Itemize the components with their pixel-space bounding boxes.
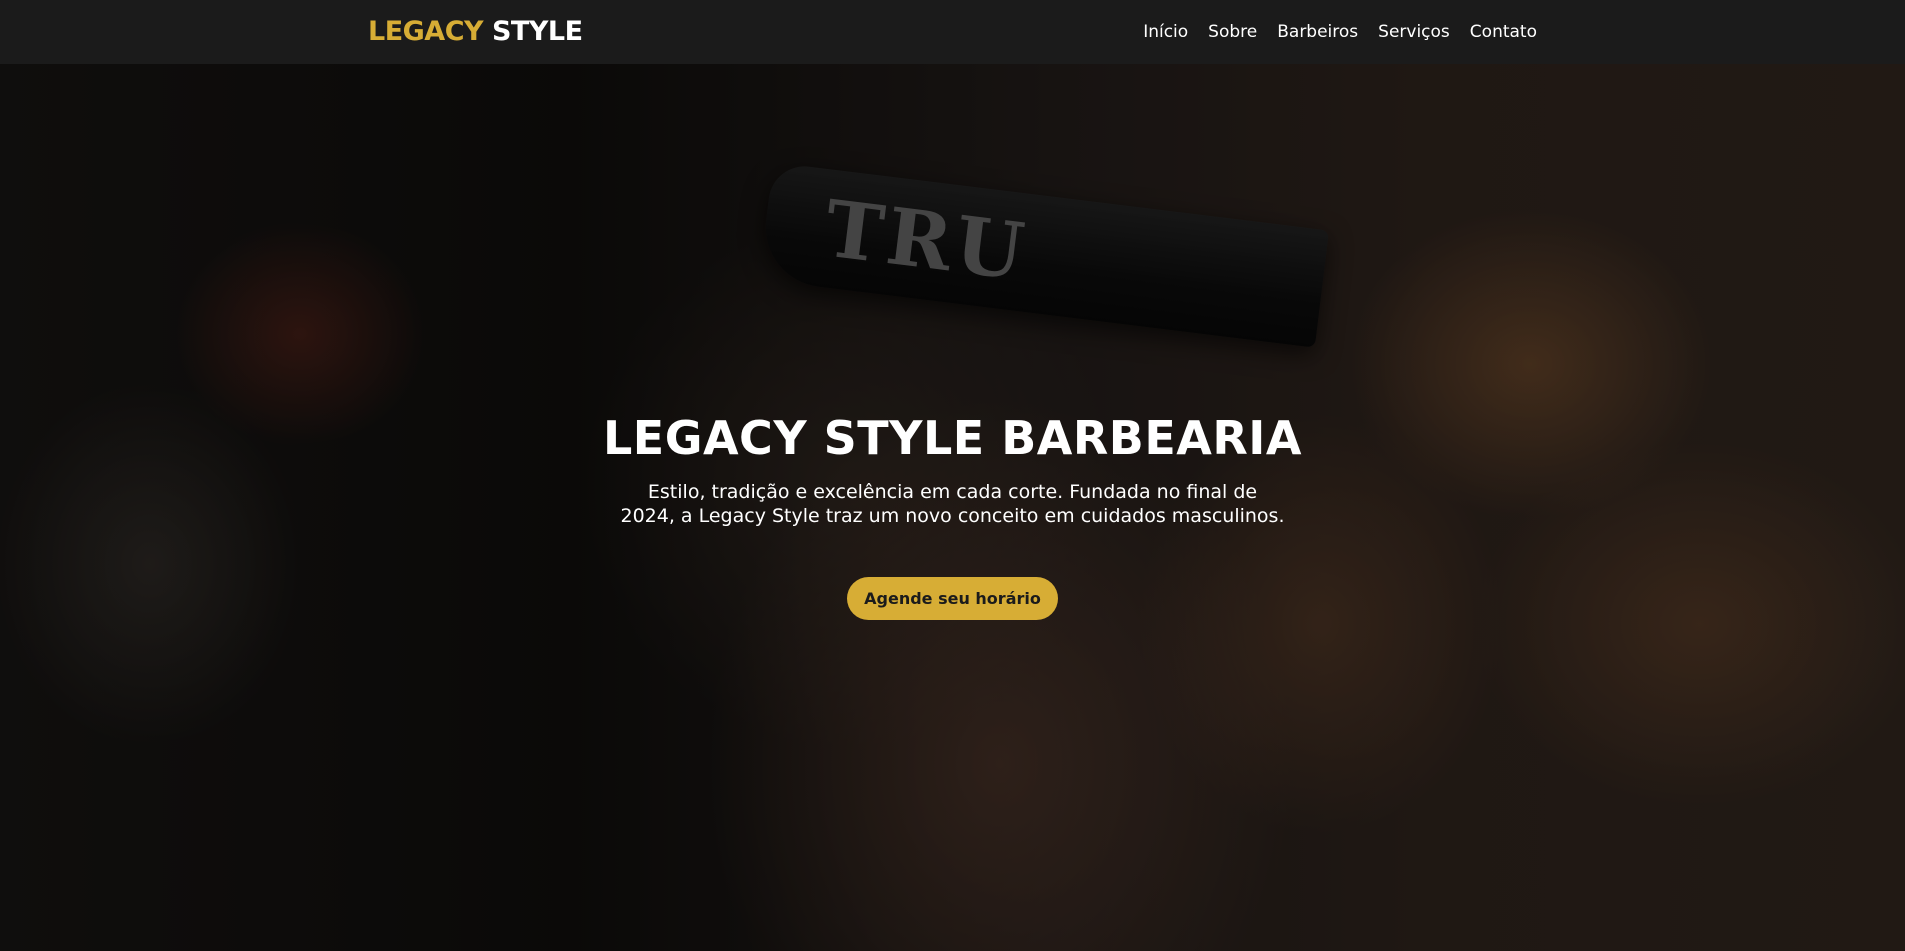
logo-part-gold: LEGACY [368, 16, 484, 47]
top-navbar: LEGACY STYLE Início Sobre Barbeiros Serv… [0, 0, 1905, 64]
book-appointment-button[interactable]: Agende seu horário [847, 577, 1058, 620]
hero-content: LEGACY STYLE BARBEARIA Estilo, tradição … [0, 64, 1905, 951]
nav-link-sobre[interactable]: Sobre [1208, 20, 1257, 44]
hero-section: TRU LEGACY STYLE BARBEARIA Estilo, tradi… [0, 64, 1905, 951]
nav-link-barbeiros[interactable]: Barbeiros [1277, 20, 1358, 44]
brand-logo[interactable]: LEGACY STYLE [368, 14, 583, 50]
nav-link-inicio[interactable]: Início [1143, 20, 1188, 44]
logo-part-white: STYLE [491, 16, 583, 47]
hero-title: LEGACY STYLE BARBEARIA [602, 411, 1303, 465]
nav-link-servicos[interactable]: Serviços [1378, 20, 1450, 44]
nav-link-contato[interactable]: Contato [1470, 20, 1537, 44]
hero-subtitle: Estilo, tradição e excelência em cada co… [620, 481, 1285, 527]
main-nav: Início Sobre Barbeiros Serviços Contato [1143, 20, 1537, 44]
